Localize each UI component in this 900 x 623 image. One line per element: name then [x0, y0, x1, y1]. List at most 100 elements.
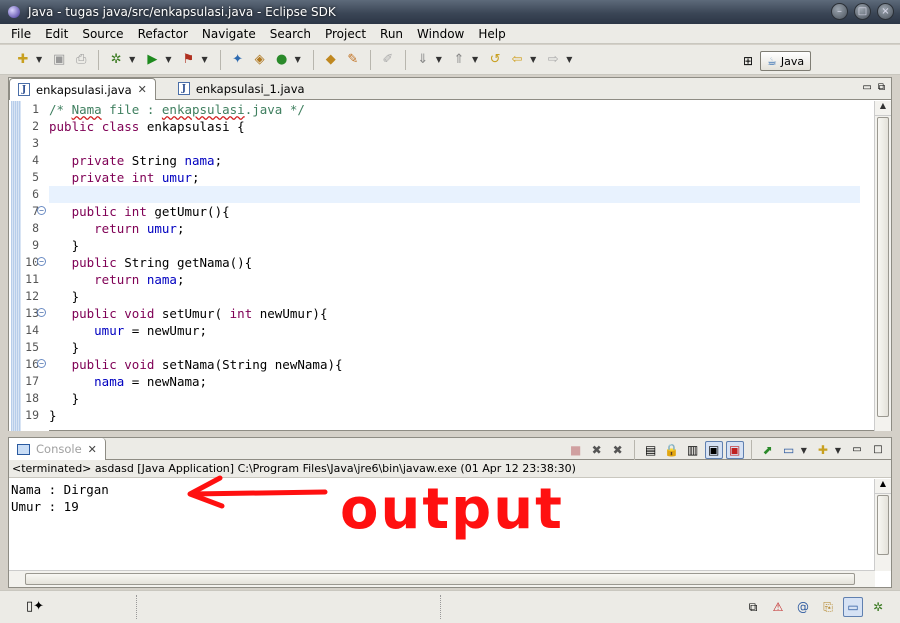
toolbar-separator: [98, 49, 100, 70]
new-class-dropdown-icon[interactable]: ▼: [295, 55, 301, 64]
code-area[interactable]: 1/* Nama file : enkapsulasi.java */ 2 pub…: [25, 101, 860, 431]
back-icon[interactable]: ⇦: [508, 51, 526, 69]
remove-launch-icon[interactable]: ✖: [588, 441, 606, 459]
console-view-icon[interactable]: ▭: [843, 597, 863, 617]
console-horizontal-scrollbar[interactable]: [9, 570, 875, 587]
word-wrap-icon[interactable]: ▥: [684, 441, 702, 459]
menu-edit[interactable]: Edit: [38, 27, 75, 41]
new-package-icon[interactable]: ◈: [251, 51, 269, 69]
code-line: 8 return umur;: [32, 221, 185, 236]
external-tools-icon[interactable]: ⚑: [179, 51, 197, 69]
scroll-up-icon[interactable]: ▲: [875, 101, 891, 116]
last-edit-icon[interactable]: ↺: [486, 51, 504, 69]
code-line: 9 }: [32, 238, 80, 253]
external-tools-dropdown-icon[interactable]: ▼: [201, 55, 207, 64]
menu-window[interactable]: Window: [410, 27, 471, 41]
scroll-up-icon[interactable]: ▲: [875, 479, 891, 494]
fold-icon[interactable]: −: [37, 359, 46, 368]
arrow-annotation-icon: [187, 475, 328, 509]
menu-bar: File Edit Source Refactor Navigate Searc…: [0, 24, 900, 44]
forward-dropdown-icon[interactable]: ▼: [566, 55, 572, 64]
output-annotation: output: [187, 475, 564, 540]
run-icon[interactable]: ▶: [143, 51, 161, 69]
console-icon: [17, 443, 30, 455]
menu-project[interactable]: Project: [318, 27, 373, 41]
display-console-dropdown-icon[interactable]: ▼: [801, 446, 807, 455]
code-line: 15 }: [25, 340, 80, 355]
maximize-editor-icon[interactable]: ⧉: [878, 82, 885, 93]
next-annotation-dropdown-icon[interactable]: ▼: [436, 55, 442, 64]
fold-icon[interactable]: −: [37, 206, 46, 215]
print-icon[interactable]: ⎙: [72, 51, 90, 69]
problems-icon[interactable]: ⚠: [768, 597, 788, 617]
fold-icon[interactable]: −: [37, 257, 46, 266]
menu-source[interactable]: Source: [75, 27, 130, 41]
minimize-editor-icon[interactable]: ▭: [862, 82, 871, 93]
debug-dropdown-icon[interactable]: ▼: [129, 55, 135, 64]
close-console-icon[interactable]: ✕: [88, 443, 97, 456]
code-line: 10− public String getNama(){: [25, 255, 253, 270]
console-vertical-scrollbar[interactable]: ▲: [874, 479, 891, 571]
search-icon[interactable]: ✎: [344, 51, 362, 69]
new-dropdown-icon[interactable]: ▼: [36, 55, 42, 64]
new-class-icon[interactable]: ●: [273, 51, 291, 69]
run-dropdown-icon[interactable]: ▼: [165, 55, 171, 64]
pin-console-icon[interactable]: ⬈: [759, 441, 777, 459]
minimize-console-icon[interactable]: ▭: [848, 441, 866, 459]
code-line: 4 private String nama;: [32, 153, 223, 168]
fast-view-icon[interactable]: ▯✦: [26, 599, 44, 614]
menu-run[interactable]: Run: [373, 27, 410, 41]
close-tab-icon[interactable]: ✕: [138, 83, 147, 96]
next-annotation-icon[interactable]: ⇓: [414, 51, 432, 69]
tab-enkapsulasi-1-java[interactable]: J enkapsulasi_1.java: [170, 78, 313, 99]
annotation-text: output: [340, 477, 564, 540]
tab-console[interactable]: Console ✕: [9, 438, 106, 460]
open-perspective-icon[interactable]: ⊞: [740, 53, 756, 69]
remove-all-launches-icon[interactable]: ✖: [609, 441, 627, 459]
maximize-button[interactable]: □: [854, 3, 871, 20]
forward-icon[interactable]: ⇨: [544, 51, 562, 69]
code-line: 1/* Nama file : enkapsulasi.java */: [32, 102, 305, 117]
open-console-dropdown-icon[interactable]: ▼: [835, 446, 841, 455]
prev-annotation-icon[interactable]: ⇑: [450, 51, 468, 69]
new-icon[interactable]: ✚: [14, 51, 32, 69]
javadoc-icon[interactable]: @: [793, 597, 813, 617]
close-button[interactable]: ×: [877, 3, 894, 20]
java-perspective-button[interactable]: ☕ Java: [760, 51, 812, 71]
toolbar-separator: [219, 49, 221, 70]
save-icon[interactable]: ▣: [50, 51, 68, 69]
tab-label: enkapsulasi.java: [36, 82, 132, 97]
scroll-lock-icon[interactable]: 🔒: [663, 441, 681, 459]
terminate-icon[interactable]: ■: [567, 441, 585, 459]
clear-console-icon[interactable]: ▤: [642, 441, 660, 459]
display-console-icon[interactable]: ▭: [780, 441, 798, 459]
menu-refactor[interactable]: Refactor: [131, 27, 195, 41]
show-on-output-icon[interactable]: ▣: [704, 441, 723, 459]
scroll-thumb[interactable]: [25, 573, 855, 585]
back-dropdown-icon[interactable]: ▼: [530, 55, 536, 64]
annotation-icon[interactable]: ✐: [379, 51, 397, 69]
debug-view-icon[interactable]: ✲: [868, 597, 888, 617]
new-java-project-icon[interactable]: ✦: [229, 51, 247, 69]
console-tab-label: Console: [36, 442, 82, 456]
editor-vertical-scrollbar[interactable]: ▲: [874, 101, 891, 431]
restore-icon[interactable]: ⧉: [743, 597, 763, 617]
declaration-icon[interactable]: ⎘: [818, 597, 838, 617]
open-type-icon[interactable]: ◆: [322, 51, 340, 69]
scroll-thumb[interactable]: [877, 495, 889, 555]
code-line: 19}: [25, 408, 57, 423]
java-perspective-label: Java: [780, 54, 805, 68]
minimize-button[interactable]: –: [831, 3, 848, 20]
prev-annotation-dropdown-icon[interactable]: ▼: [472, 55, 478, 64]
menu-search[interactable]: Search: [263, 27, 318, 41]
open-console-icon[interactable]: ✚: [814, 441, 832, 459]
fold-icon[interactable]: −: [37, 308, 46, 317]
tab-enkapsulasi-java[interactable]: J enkapsulasi.java ✕: [9, 78, 156, 100]
debug-icon[interactable]: ✲: [107, 51, 125, 69]
maximize-console-icon[interactable]: □: [869, 441, 887, 459]
menu-help[interactable]: Help: [471, 27, 512, 41]
menu-file[interactable]: File: [4, 27, 38, 41]
show-on-error-icon[interactable]: ▣: [725, 441, 744, 459]
scroll-thumb[interactable]: [877, 117, 889, 417]
menu-navigate[interactable]: Navigate: [195, 27, 263, 41]
